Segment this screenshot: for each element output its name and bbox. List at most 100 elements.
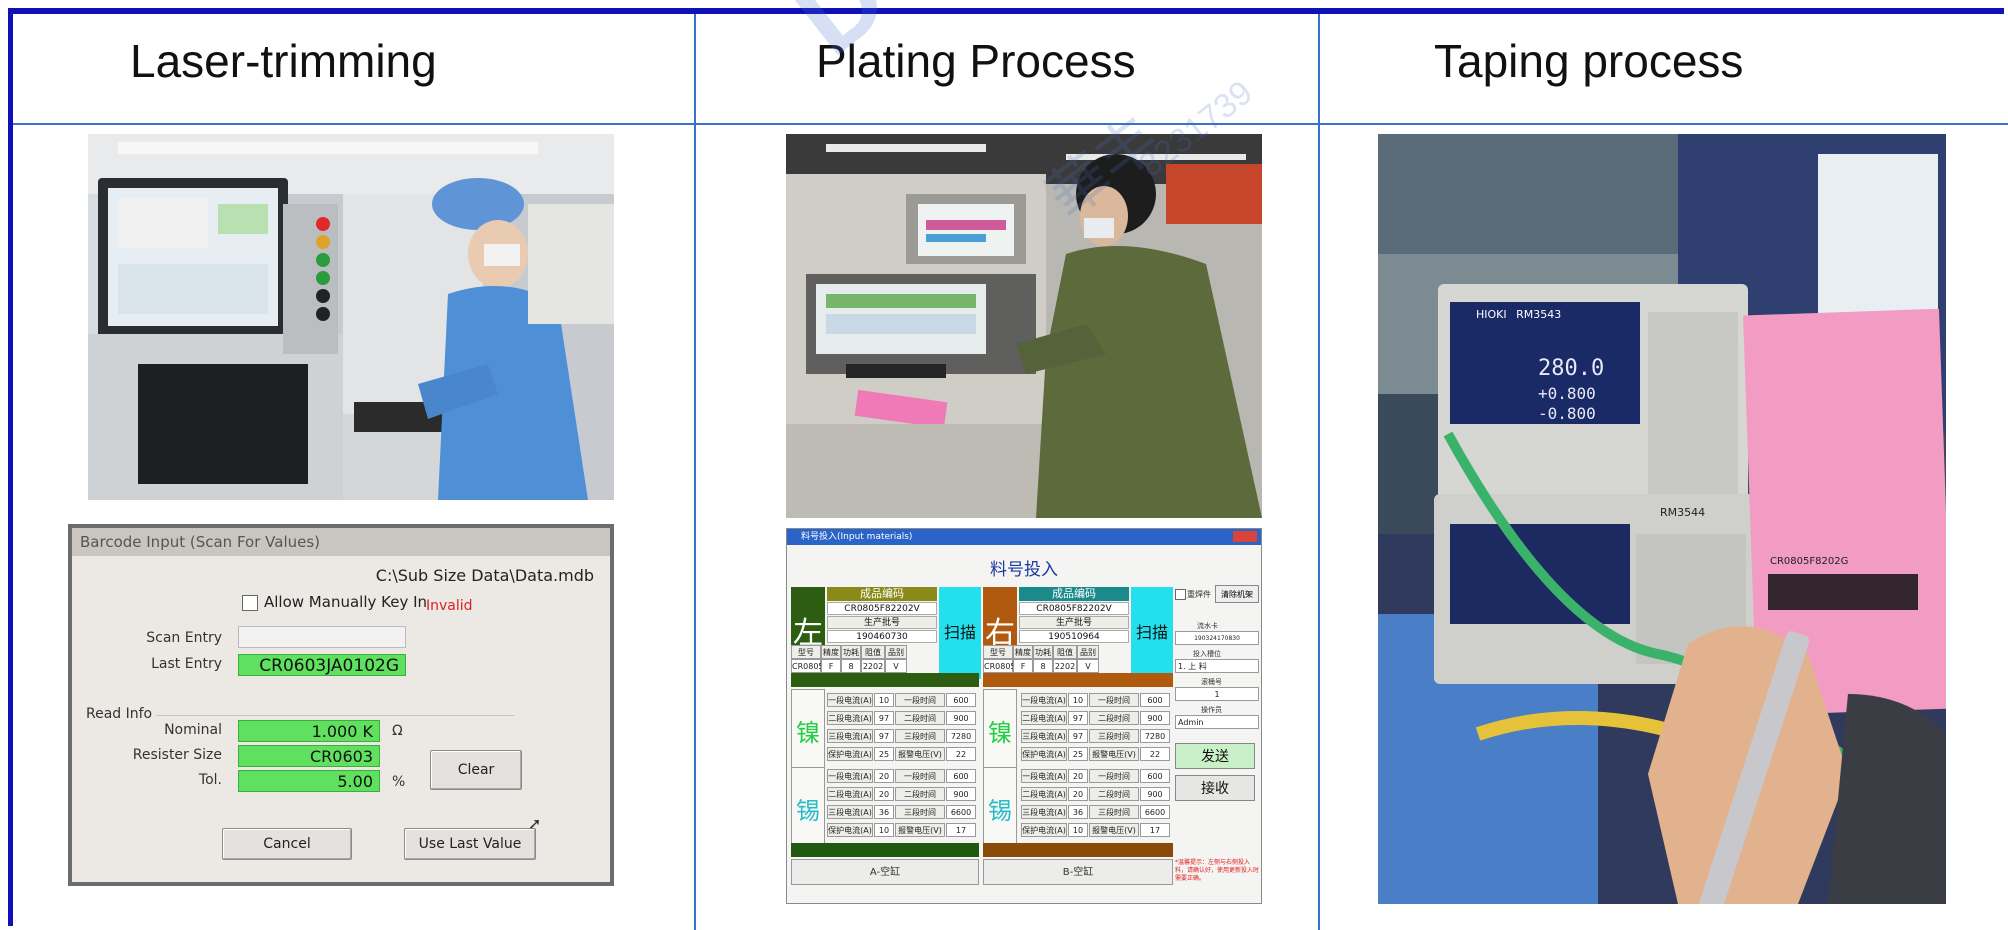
- left-nickel-rows-cell: 三段电流(A): [827, 729, 873, 743]
- left-nickel-rows-cell[interactable]: 10: [874, 693, 894, 707]
- left-tin-rows-cell[interactable]: 10: [874, 823, 894, 837]
- left-tin-rows-cell[interactable]: 6600: [946, 805, 976, 819]
- right-tin-rows-cell: 三段时间(Sec): [1089, 805, 1139, 831]
- left-nickel-rows-cell: 二段时间(Sec): [895, 711, 945, 737]
- right-spec-header-1: 精度: [1013, 645, 1033, 659]
- right-nickel-rows-cell[interactable]: 22: [1140, 747, 1170, 761]
- scan-entry-label: Scan Entry: [146, 630, 222, 646]
- left-spec-header-3: 阻值: [861, 645, 885, 659]
- rework-checkbox[interactable]: [1175, 589, 1186, 600]
- right-tin-rows-cell[interactable]: 900: [1140, 787, 1170, 801]
- scan-entry-input[interactable]: [238, 626, 406, 648]
- right-nickel-rows-cell[interactable]: 25: [1068, 747, 1088, 761]
- left-tin-rows-cell: 报警电压(V): [895, 823, 945, 837]
- send-button[interactable]: 发送: [1175, 743, 1255, 769]
- right-nickel-rows-cell: 一段电流(A): [1021, 693, 1067, 707]
- mouse-cursor-icon: ➚: [528, 814, 542, 833]
- right-nickel-rows-cell[interactable]: 7280: [1140, 729, 1170, 743]
- left-tin-rows-cell[interactable]: 36: [874, 805, 894, 819]
- right-scan-button[interactable]: 扫描: [1131, 587, 1173, 679]
- left-tin-rows-cell: 三段电流(A): [827, 805, 873, 819]
- left-nickel-rows-cell: 一段时间(Sec): [895, 693, 945, 719]
- flow-card-field[interactable]: 190324170830: [1175, 631, 1259, 645]
- right-spec-header-4: 品别: [1077, 645, 1099, 659]
- left-nickel-rows-cell[interactable]: 97: [874, 729, 894, 743]
- right-tin-rows-cell: 二段时间(Sec): [1089, 787, 1139, 813]
- allow-manual-checkbox[interactable]: [242, 595, 258, 611]
- read-info-label: Read Info: [86, 706, 157, 722]
- left-nickel-rows-cell[interactable]: 600: [946, 693, 976, 707]
- left-tin-rows-cell[interactable]: 17: [946, 823, 976, 837]
- nominal-label: Nominal: [164, 722, 222, 738]
- left-batch-value: 190460730: [827, 630, 937, 643]
- left-spec-value-3: 2202: [861, 659, 885, 673]
- left-nickel-rows-cell[interactable]: 7280: [946, 729, 976, 743]
- left-code-value: CR0805F82202V: [827, 602, 937, 615]
- barcode-input-dialog: Barcode Input (Scan For Values) C:\Sub S…: [68, 524, 614, 886]
- left-spec-header-1: 精度: [821, 645, 841, 659]
- left-nickel-rows-cell[interactable]: 900: [946, 711, 976, 725]
- left-tin-rows-cell[interactable]: 600: [946, 769, 976, 783]
- right-nickel-rows-cell[interactable]: 900: [1140, 711, 1170, 725]
- right-tin-rows-cell[interactable]: 20: [1068, 787, 1088, 801]
- meter-brand: HIOKI: [1476, 308, 1507, 321]
- left-tin-rows-cell: 二段时间(Sec): [895, 787, 945, 813]
- right-tin-rows-cell: 保护电流(A): [1021, 823, 1067, 837]
- right-tin-rows-cell: 报警电压(V): [1089, 823, 1139, 837]
- right-tin-rows-cell[interactable]: 10: [1068, 823, 1088, 837]
- clear-button[interactable]: Clear: [430, 750, 522, 790]
- right-tin-rows-cell[interactable]: 17: [1140, 823, 1170, 837]
- heading-laser-trimming: Laser-trimming: [130, 35, 437, 87]
- right-spec-value-4: V: [1077, 659, 1099, 673]
- left-empty-tank-a[interactable]: A-空缸: [791, 859, 979, 885]
- close-icon[interactable]: [1233, 531, 1257, 542]
- right-spec-value-1: F: [1013, 659, 1033, 673]
- right-nickel-rows-cell: 报警电压(V): [1089, 747, 1139, 761]
- right-nickel-rows-cell[interactable]: 97: [1068, 729, 1088, 743]
- nominal-unit: Ω: [392, 723, 403, 739]
- left-spec-value-1: F: [821, 659, 841, 673]
- right-nickel-rows-cell[interactable]: 97: [1068, 711, 1088, 725]
- operator-select[interactable]: Admin: [1175, 715, 1259, 729]
- right-tin-rows-cell[interactable]: 6600: [1140, 805, 1170, 819]
- label-card-code: CR0805F8202G: [1770, 556, 1849, 567]
- right-tin-rows-cell: 二段电流(A): [1021, 787, 1067, 801]
- left-section-bar: [791, 673, 979, 687]
- clear-machine-button[interactable]: 清除机架: [1215, 585, 1259, 603]
- right-tin-rows-cell[interactable]: 600: [1140, 769, 1170, 783]
- left-nickel-rows-cell[interactable]: 97: [874, 711, 894, 725]
- right-spec-header-0: 型号: [983, 645, 1013, 659]
- laser-trimming-photo: [88, 134, 614, 500]
- left-scan-button[interactable]: 扫描: [939, 587, 981, 679]
- meter-reading: 280.0: [1538, 356, 1605, 381]
- input-materials-heading: 料号投入: [990, 560, 1058, 580]
- right-spec-header-2: 功耗: [1033, 645, 1053, 659]
- count-label: 滚桶号: [1201, 678, 1222, 686]
- meter-hi: +0.800: [1538, 384, 1596, 403]
- right-tin-group: 锡: [983, 767, 1017, 853]
- left-code-title: 成品编码: [827, 587, 937, 601]
- position-select[interactable]: 1. 上 料: [1175, 659, 1259, 673]
- right-tin-rows-cell[interactable]: 20: [1068, 769, 1088, 783]
- left-nickel-rows-cell[interactable]: 22: [946, 747, 976, 761]
- left-tin-rows-cell[interactable]: 20: [874, 769, 894, 783]
- allow-manual-label: Allow Manually Key In: [264, 593, 428, 611]
- right-empty-tank-b[interactable]: B-空缸: [983, 859, 1173, 885]
- left-tin-rows-cell[interactable]: 20: [874, 787, 894, 801]
- left-nickel-rows-cell[interactable]: 25: [874, 747, 894, 761]
- meter-model-top: RM3543: [1516, 308, 1562, 321]
- right-nickel-rows-cell: 二段电流(A): [1021, 711, 1067, 725]
- left-tin-rows-cell[interactable]: 900: [946, 787, 976, 801]
- header-row-divider: [13, 123, 2008, 125]
- receive-button[interactable]: 接收: [1175, 775, 1255, 801]
- use-last-value-button[interactable]: Use Last Value: [404, 828, 536, 860]
- operation-note: *温馨提示：左侧与右侧投入料，请确认好，使用更新投入时需要正确。: [1175, 859, 1260, 882]
- cancel-button[interactable]: Cancel: [222, 828, 352, 860]
- right-tin-rows-cell[interactable]: 36: [1068, 805, 1088, 819]
- right-nickel-rows-cell: 三段时间(Sec): [1089, 729, 1139, 755]
- right-nickel-rows-cell[interactable]: 600: [1140, 693, 1170, 707]
- heading-taping-process: Taping process: [1434, 35, 1744, 87]
- count-field[interactable]: 1: [1175, 687, 1259, 701]
- right-nickel-rows-cell[interactable]: 10: [1068, 693, 1088, 707]
- resister-size-value: CR0603: [238, 745, 380, 767]
